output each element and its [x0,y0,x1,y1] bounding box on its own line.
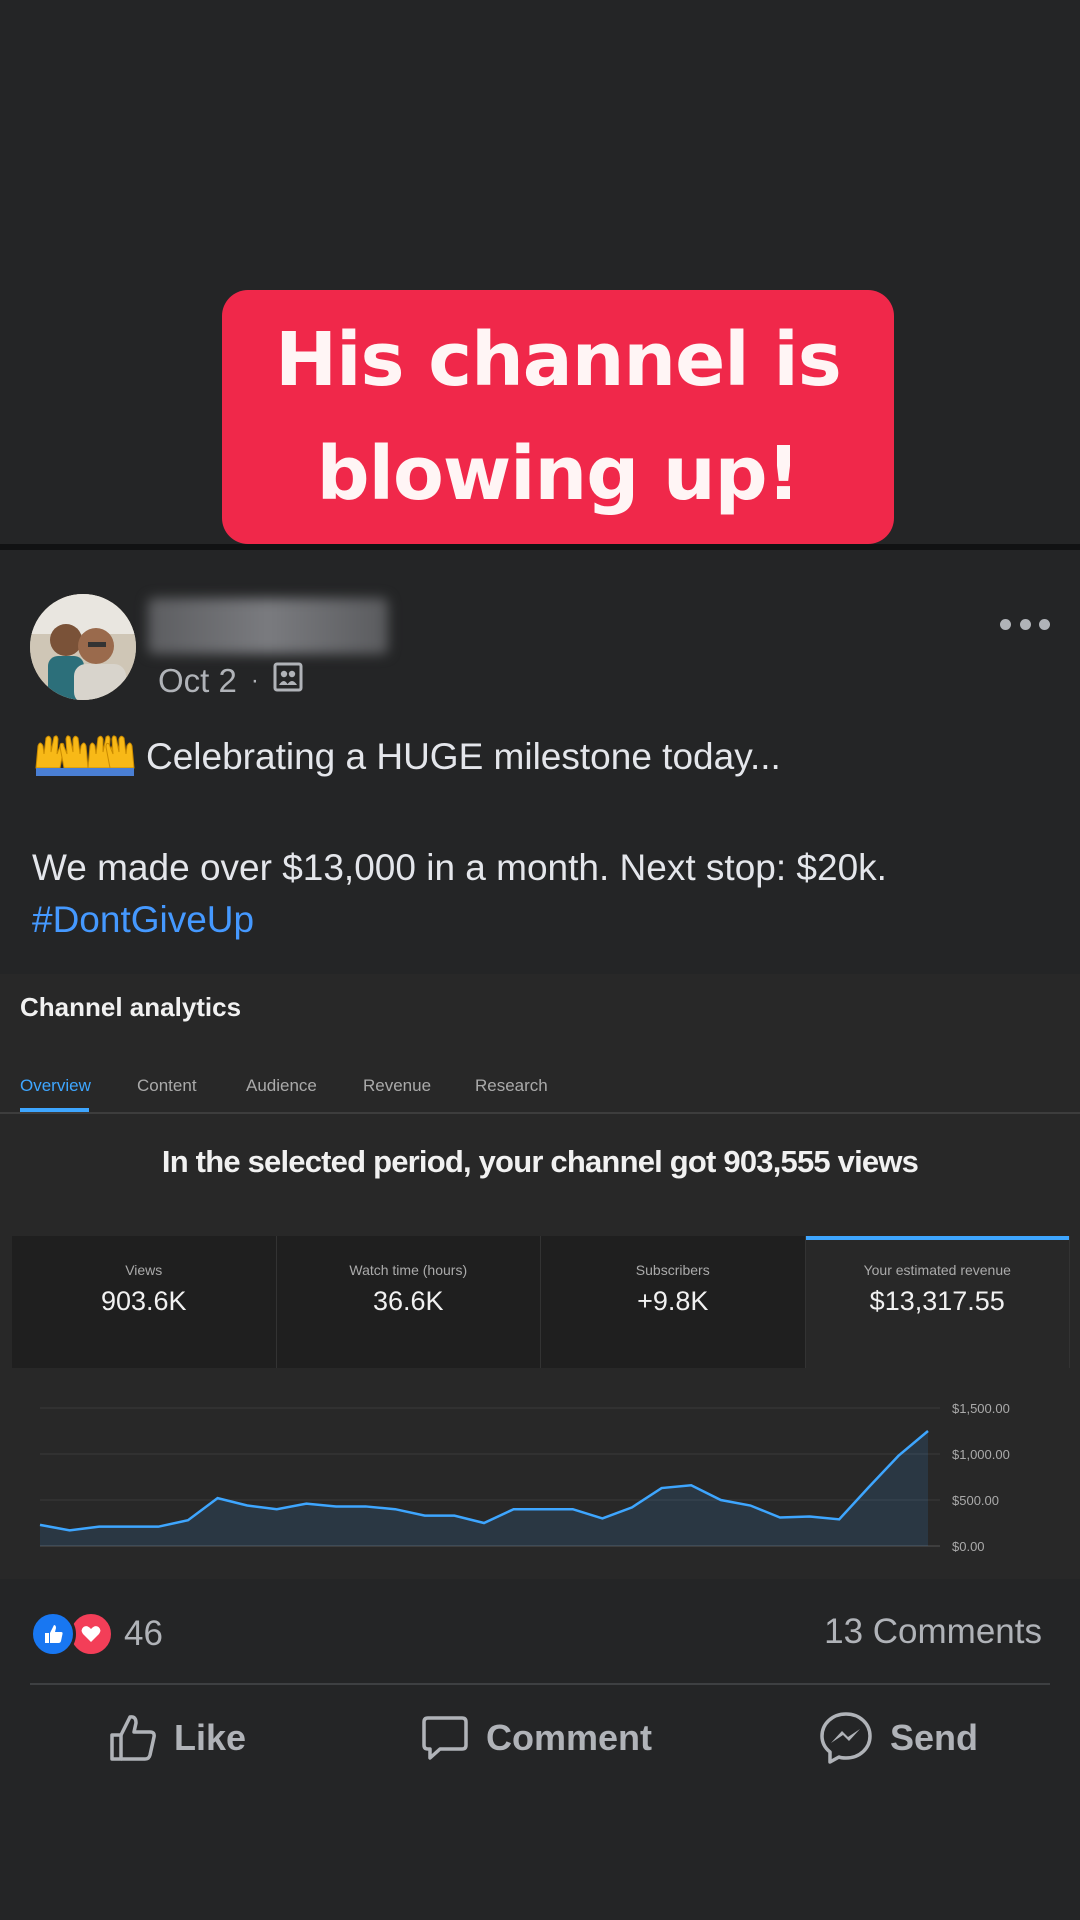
analytics-screenshot[interactable]: Channel analytics Overview Content Audie… [0,974,1080,1579]
revenue-chart-svg: $1,500.00 $1,000.00 $500.00 $0.00 [39,1401,1010,1554]
metric-card-revenue[interactable]: Your estimated revenue $13,317.55 [805,1236,1070,1368]
actions-divider [30,1683,1050,1685]
analytics-title: Channel analytics [20,992,242,1022]
revenue-line [39,1430,929,1532]
revenue-chart: $1,500.00 $1,000.00 $500.00 $0.00 [12,1368,1070,1579]
metric-label: Views [125,1262,163,1278]
tab-overview[interactable]: Overview [20,1076,91,1096]
y-tick-label: $1,500.00 [952,1401,1010,1416]
author-name-blurred[interactable] [148,598,388,654]
reel-overlay-area: His channel is blowing up! [0,0,1080,548]
post-date[interactable]: Oct 2 [158,662,237,700]
metric-cards: Views 903.6K Watch time (hours) 36.6K Su… [12,1236,1070,1368]
caption-line-2: blowing up! [316,431,801,517]
send-label: Send [890,1717,979,1758]
hashtag-link[interactable]: #DontGiveUp [32,899,254,940]
comment-bubble-icon [422,1716,468,1760]
post-actions: Like Comment Send [0,1700,1080,1776]
metric-label: Your estimated revenue [863,1262,1011,1278]
meta-separator: · [250,667,259,694]
audience-group-icon[interactable] [273,662,303,700]
reaction-count: 46 [124,1614,163,1653]
caption-banner: His channel is blowing up! [222,290,894,544]
metric-card-subscribers[interactable]: Subscribers +9.8K [541,1236,806,1368]
reactions-summary[interactable]: 46 [30,1611,163,1657]
metric-label: Watch time (hours) [349,1262,468,1278]
tab-research[interactable]: Research [475,1076,548,1096]
avatar[interactable] [30,594,136,700]
metric-value: +9.8K [637,1286,709,1316]
post-text-line-1: Celebrating a HUGE milestone today... [146,735,781,777]
messenger-icon [820,1712,872,1764]
tab-revenue[interactable]: Revenue [363,1076,431,1096]
post-meta: Oct 2 · [158,662,303,700]
caption-line-1: His channel is [275,317,842,403]
metric-value: 36.6K [372,1286,444,1316]
y-tick-label: $1,000.00 [952,1447,1010,1462]
thumbs-up-icon [110,1715,156,1761]
comment-button[interactable]: Comment [420,1700,652,1776]
like-reaction-icon [30,1611,76,1657]
comments-count[interactable]: 13 Comments [824,1612,1042,1652]
metric-label: Subscribers [635,1262,710,1278]
post-body: Celebrating a HUGE milestone today... We… [32,728,1052,946]
analytics-tabs: Overview Content Audience Revenue Resear… [0,1060,1080,1114]
tab-content[interactable]: Content [137,1076,197,1096]
period-summary: In the selected period, your channel got… [161,1144,919,1179]
metric-card-views[interactable]: Views 903.6K [12,1236,277,1368]
like-label: Like [174,1717,247,1758]
more-options-icon[interactable] [1000,614,1050,634]
active-tab-indicator [20,1108,89,1112]
metric-value: $13,317.55 [869,1286,1005,1316]
revenue-area [40,1431,928,1546]
metric-card-watch-time[interactable]: Watch time (hours) 36.6K [276,1236,541,1368]
like-button[interactable]: Like [108,1700,246,1776]
post-header: Oct 2 · [0,550,1080,710]
comment-label: Comment [486,1717,653,1758]
raising-hands-icon [32,728,136,790]
metric-value: 903.6K [100,1286,187,1316]
y-tick-label: $500.00 [952,1493,999,1508]
y-tick-label: $0.00 [952,1539,985,1554]
post-text-line-2: We made over $13,000 in a month. Next st… [32,847,887,888]
send-button[interactable]: Send [818,1700,978,1776]
tab-audience[interactable]: Audience [246,1076,317,1096]
